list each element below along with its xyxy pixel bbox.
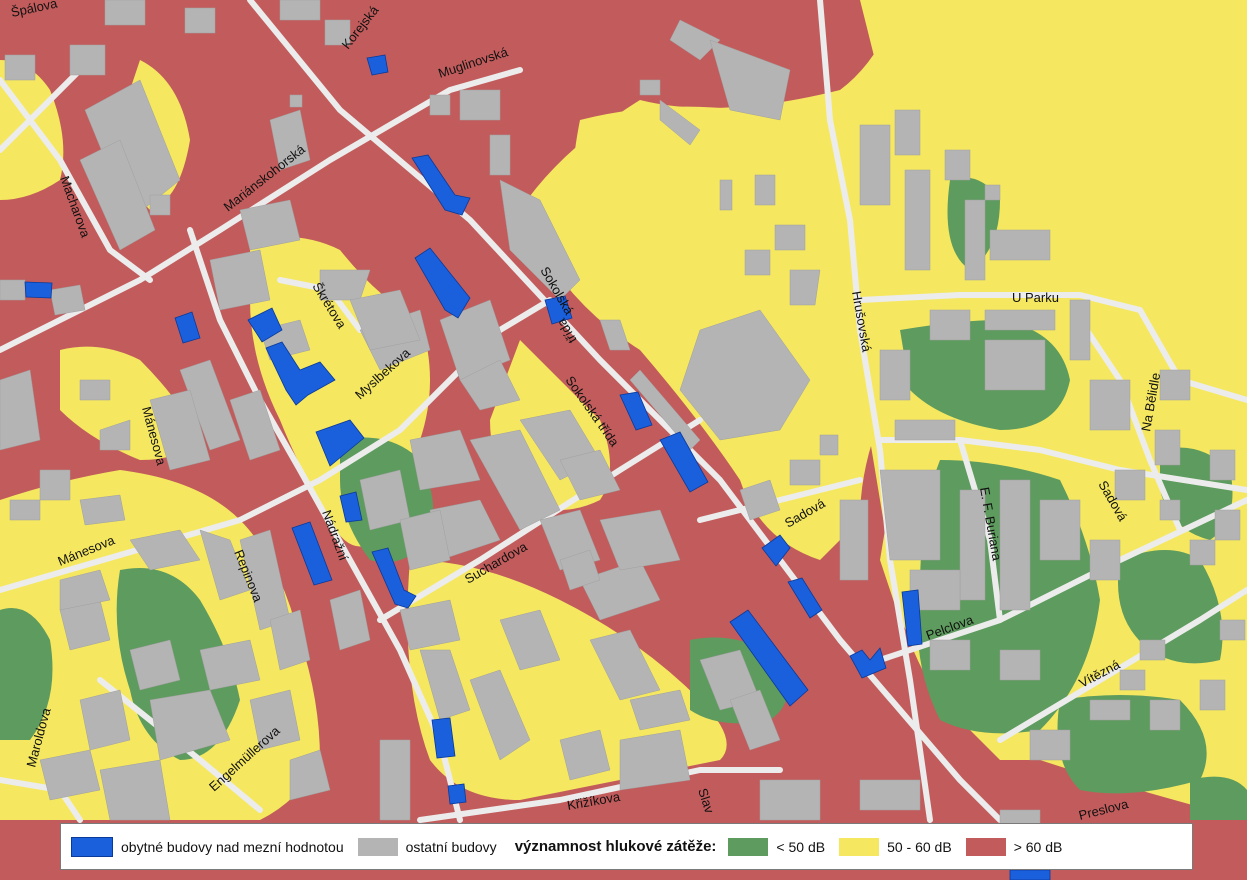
legend-loud-label: > 60 dB	[1013, 838, 1063, 855]
map-legend: obytné budovy nad mezní hodnotou ostatní…	[60, 823, 1193, 870]
street-label-u-parku: U Parku	[1012, 290, 1059, 305]
legend-item-loud: > 60 dB	[965, 837, 1063, 856]
legend-other-label: ostatní budovy	[405, 838, 497, 855]
quiet-swatch	[728, 837, 769, 856]
legend-quiet-label: < 50 dB	[776, 838, 826, 855]
legend-item-quiet: < 50 dB	[728, 837, 826, 856]
legend-item-medium: 50 - 60 dB	[839, 837, 952, 856]
legend-residential-label: obytné budovy nad mezní hodnotou	[121, 838, 344, 855]
other-buildings-swatch	[357, 837, 398, 856]
legend-item-residential: obytné budovy nad mezní hodnotou	[71, 836, 344, 857]
legend-title: významnost hlukové zátěže:	[514, 838, 717, 855]
medium-swatch	[839, 837, 880, 856]
residential-swatch	[71, 836, 113, 857]
noise-map[interactable]: Špálova Korejská Muglinovská Mariánskoho…	[0, 0, 1247, 880]
legend-medium-label: 50 - 60 dB	[887, 838, 952, 855]
loud-swatch	[965, 837, 1006, 856]
legend-item-other-buildings: ostatní budovy	[357, 837, 497, 856]
